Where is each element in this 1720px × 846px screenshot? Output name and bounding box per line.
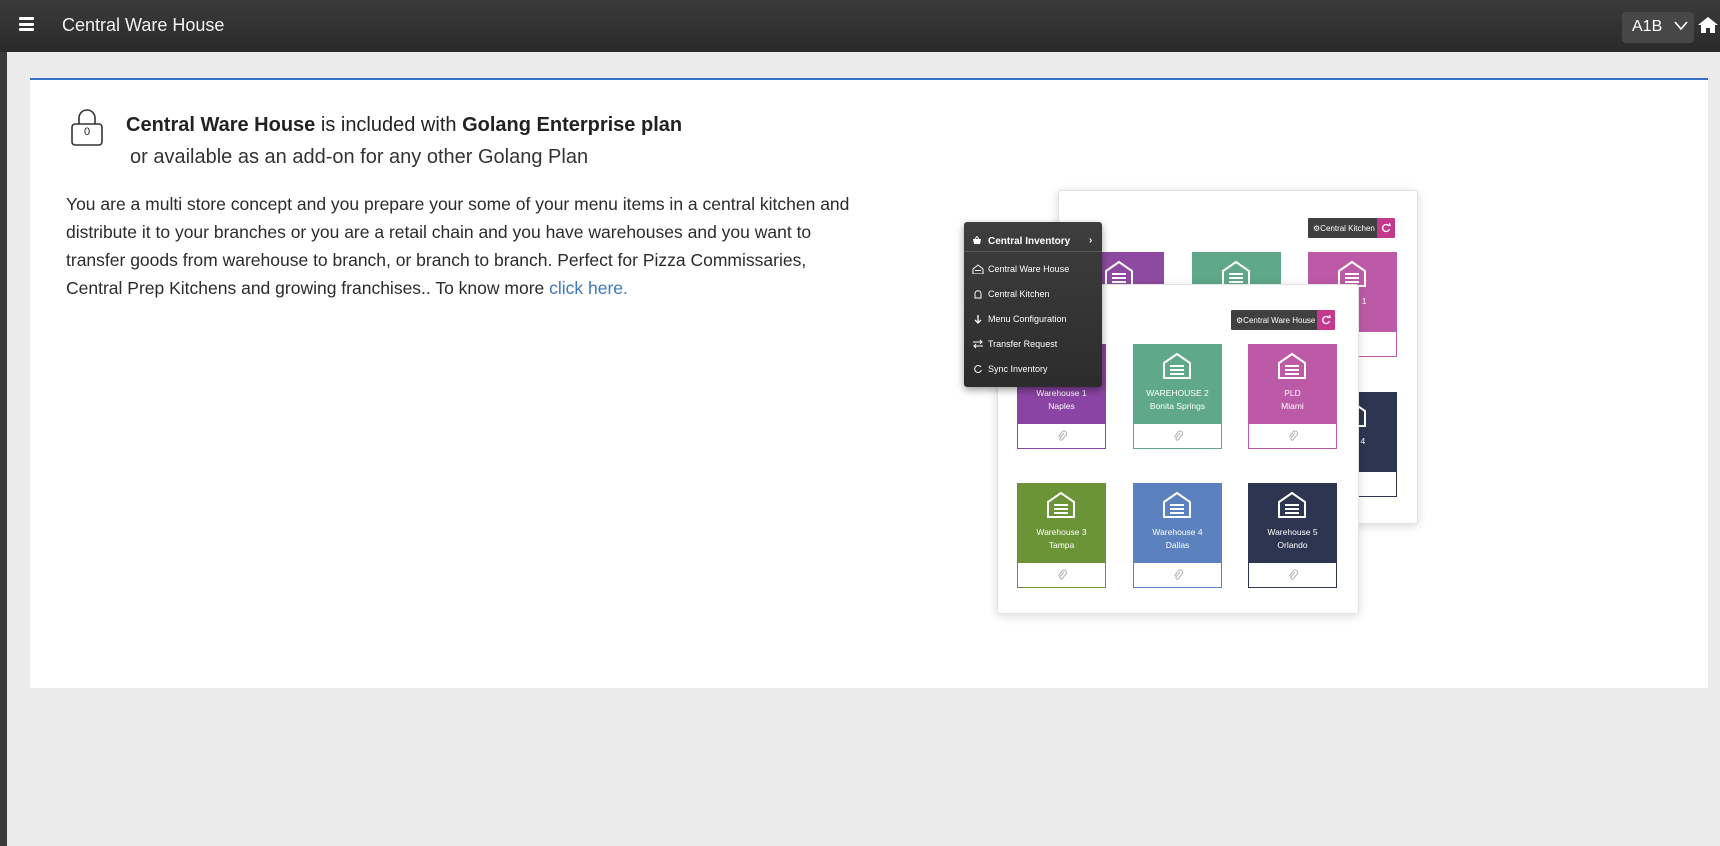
location-tile[interactable]: Warehouse 3 Tampa	[1017, 483, 1106, 588]
sync-icon	[974, 365, 982, 374]
tile-name-line2: Tampa	[1048, 540, 1075, 550]
attachment-icon[interactable]	[1172, 569, 1184, 581]
menu-item[interactable]: Menu Configuration	[964, 310, 1102, 332]
attachment-icon[interactable]	[1056, 569, 1068, 581]
warehouse-icon	[1278, 352, 1306, 379]
central-kitchen-button-label: Central Kitchen	[1320, 224, 1375, 233]
central-kitchen-button[interactable]: ⚙Central Kitchen	[1308, 218, 1379, 238]
top-bar: Central Ware House A1B	[0, 0, 1720, 52]
tile-name-line2: Miami	[1281, 401, 1304, 411]
headline: Central Ware House is included with Gola…	[126, 114, 682, 137]
warehouse-icon	[972, 264, 984, 274]
attachment-icon[interactable]	[1172, 430, 1184, 442]
warehouse-icon	[1047, 491, 1075, 518]
location-tile[interactable]: WAREHOUSE 2 Bonita Springs	[1133, 344, 1222, 449]
menu-title: Central Inventory	[988, 236, 1071, 247]
subline: or available as an add-on for any other …	[130, 146, 589, 168]
description-text: You are a multi store concept and you pr…	[66, 194, 850, 298]
tile-footer	[1017, 563, 1106, 588]
basket-icon	[973, 236, 981, 244]
refresh-button[interactable]	[1317, 310, 1335, 330]
click-here-link[interactable]: click here.	[549, 278, 628, 298]
warehouse-icon	[1278, 491, 1306, 518]
menu-item-label: Central Kitchen	[988, 289, 1050, 299]
refresh-icon	[1382, 223, 1391, 233]
tile-footer	[1248, 424, 1337, 449]
chef-hat-icon	[974, 290, 982, 299]
tile-name-line1: Warehouse 5	[1267, 527, 1318, 537]
chevron-down-icon	[1674, 21, 1688, 31]
central-inventory-menu: Central Inventory › Central Ware House Ce…	[964, 222, 1102, 387]
menu-item[interactable]: Sync Inventory	[964, 360, 1102, 382]
tile-name: WAREHOUSE 2 Bonita Springs	[1133, 387, 1222, 413]
upgrade-card	[30, 78, 1708, 688]
tile-name-line1: WAREHOUSE 2	[1146, 388, 1209, 398]
tile-footer	[1133, 563, 1222, 588]
tile-name-line2: Dallas	[1165, 540, 1190, 550]
tile-name-line1: Warehouse 3	[1036, 527, 1087, 537]
tile-name: PLD Miami	[1248, 387, 1337, 413]
tile-name: Warehouse 3 Tampa	[1017, 526, 1106, 552]
menu-item-label: Transfer Request	[988, 339, 1058, 349]
menu-item-label: Sync Inventory	[988, 364, 1048, 374]
menu-item-label: Menu Configuration	[988, 314, 1067, 324]
tile-name: Warehouse 5 Orlando	[1248, 526, 1337, 552]
menu-item[interactable]: Transfer Request	[964, 335, 1102, 357]
chevron-right-icon: ›	[1089, 235, 1093, 246]
page-title: Central Ware House	[62, 15, 225, 35]
tile-name-line1: Warehouse 4	[1152, 527, 1203, 537]
tile-color-block: Warehouse 5 Orlando	[1248, 483, 1337, 563]
refresh-button[interactable]	[1377, 218, 1395, 238]
tile-name-line2: Bonita Springs	[1149, 401, 1206, 411]
transfer-icon	[973, 339, 983, 349]
tile-footer	[1248, 563, 1337, 588]
warehouse-icon	[1163, 352, 1191, 379]
tile-color-block: WAREHOUSE 2 Bonita Springs	[1133, 344, 1222, 424]
tile-name: Warehouse 1 Naples	[1017, 387, 1106, 413]
home-icon[interactable]	[1697, 16, 1719, 34]
tile-name-line2: Naples	[1048, 401, 1075, 411]
tile-name-line1: Warehouse 1	[1036, 388, 1087, 398]
location-tile[interactable]: Warehouse 5 Orlando	[1248, 483, 1337, 588]
tile-name-line2: Orlando	[1277, 540, 1308, 550]
tile-footer	[1017, 424, 1106, 449]
attachment-icon[interactable]	[1287, 430, 1299, 442]
branch-selector[interactable]: A1B	[1622, 12, 1694, 43]
headline-plan: Golang Enterprise plan	[462, 114, 683, 136]
attachment-icon[interactable]	[1056, 430, 1068, 442]
central-ware-house-button[interactable]: ⚙Central Ware House	[1231, 310, 1320, 330]
left-edge-rail	[0, 0, 7, 846]
tile-footer	[1133, 424, 1222, 449]
menu-header[interactable]: Central Inventory ›	[964, 222, 1102, 252]
tile-name-line1: PLD	[1284, 388, 1301, 398]
tile-color-block: Warehouse 3 Tampa	[1017, 483, 1106, 563]
location-tile[interactable]: Warehouse 4 Dallas	[1133, 483, 1222, 588]
location-tile[interactable]: PLD Miami	[1248, 344, 1337, 449]
central-ware-house-button-label: Central Ware House	[1243, 316, 1316, 325]
refresh-icon	[1322, 315, 1331, 325]
arrow-down-icon	[974, 315, 982, 324]
description: You are a multi store concept and you pr…	[66, 190, 866, 302]
warehouse-icon	[1163, 491, 1191, 518]
menu-item-label: Central Ware House	[988, 264, 1070, 274]
menu-item[interactable]: Central Ware House	[964, 260, 1102, 282]
hamburger-menu-icon[interactable]	[19, 17, 34, 31]
lock-count: 0	[83, 126, 91, 138]
tile-color-block: Warehouse 4 Dallas	[1133, 483, 1222, 563]
tile-color-block: PLD Miami	[1248, 344, 1337, 424]
tile-name: Warehouse 4 Dallas	[1133, 526, 1222, 552]
headline-feature: Central Ware House	[126, 114, 316, 136]
menu-item[interactable]: Central Kitchen	[964, 285, 1102, 307]
headline-mid: is included with	[315, 114, 463, 136]
attachment-icon[interactable]	[1287, 569, 1299, 581]
branch-selector-value: A1B	[1632, 18, 1663, 35]
